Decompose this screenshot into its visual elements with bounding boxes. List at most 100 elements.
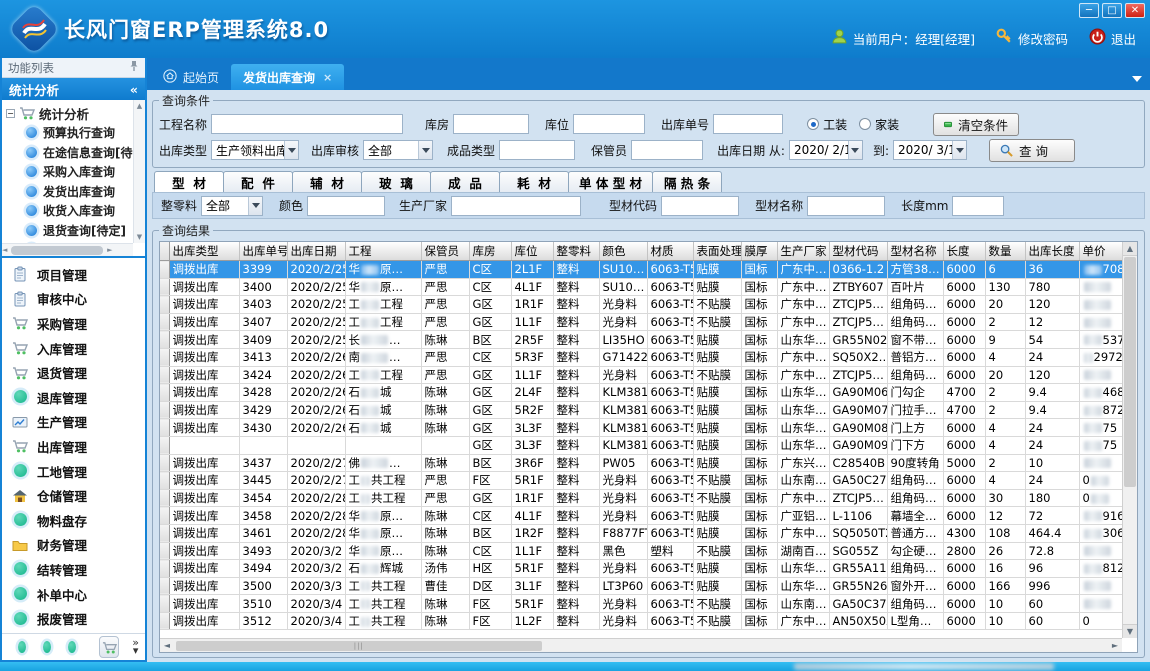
product-type-input[interactable] xyxy=(499,140,575,160)
maximize-button[interactable]: □ xyxy=(1102,3,1122,18)
table-row[interactable]: 调拨出库35122020/3/4工共工程陈琳F区1L2F整料光身料6063-T5… xyxy=(160,612,1122,630)
table-row[interactable]: 调拨出库34932020/3/2华原…陈琳C区1L1F整料黑色塑料不贴膜国标湖南… xyxy=(160,542,1122,560)
table-row[interactable]: 调拨出库34092020/2/25长…陈琳B区2R5F整料LI35HO6063-… xyxy=(160,331,1122,349)
table-row[interactable]: 调拨出库35002020/3/3工共工程曹佳D区3L1F整料LT3P606063… xyxy=(160,577,1122,595)
row-header[interactable] xyxy=(160,454,169,472)
table-row[interactable]: 调拨出库34542020/2/28工共工程严思G区1R1F整料光身料6063-T… xyxy=(160,489,1122,507)
sidebar-item-folder[interactable]: 财务管理 xyxy=(12,533,145,558)
column-header[interactable]: 型材名称 xyxy=(887,242,943,261)
column-header[interactable]: 库位 xyxy=(511,242,553,261)
table-row[interactable]: G区3L3F整料KLM38176063-T5贴膜国标山东华…GA90M09…门下… xyxy=(160,436,1122,454)
footer-dot-icon[interactable] xyxy=(43,641,51,653)
clear-conditions-button[interactable]: 清空条件 xyxy=(933,113,1019,136)
footer-expand-button[interactable]: »▾ xyxy=(132,639,139,655)
date-to-picker[interactable]: 2020/ 3/16 xyxy=(893,140,967,160)
column-header[interactable]: 长度 xyxy=(943,242,985,261)
row-header[interactable] xyxy=(160,296,169,314)
table-vertical-scrollbar[interactable]: ▲▼ xyxy=(1122,242,1137,638)
footer-dot-icon[interactable] xyxy=(68,641,76,653)
material-tab-7[interactable]: 隔 热 条 xyxy=(652,171,722,192)
sidebar-item-dot[interactable]: 结转管理 xyxy=(12,557,145,582)
row-header[interactable] xyxy=(160,524,169,542)
column-header[interactable]: 整零料 xyxy=(553,242,599,261)
sidebar-item-chart[interactable]: 生产管理 xyxy=(12,410,145,435)
row-header[interactable] xyxy=(160,489,169,507)
table-row[interactable]: 调拨出库34032020/2/25工工程严思G区1R1F整料光身料6063-T5… xyxy=(160,296,1122,314)
table-row[interactable]: 调拨出库34452020/2/27工共工程严思F区5R1F整料光身料6063-T… xyxy=(160,472,1122,490)
color-input[interactable] xyxy=(307,196,385,216)
length-input[interactable] xyxy=(952,196,1004,216)
row-header[interactable] xyxy=(160,419,169,437)
column-header[interactable]: 单价 xyxy=(1079,242,1122,261)
tree-item[interactable]: 发货出库查询 xyxy=(6,182,133,202)
tab-close-icon[interactable]: × xyxy=(323,71,332,84)
sidebar-item-clipboard[interactable]: 项目管理 xyxy=(12,262,145,287)
row-header[interactable] xyxy=(160,595,169,613)
tab-list-dropdown-icon[interactable] xyxy=(1132,76,1142,82)
table-row[interactable]: 调拨出库34302020/2/26石城陈琳G区3L3F整料KLM38176063… xyxy=(160,419,1122,437)
sidebar-item-warehouse[interactable]: 仓储管理 xyxy=(12,483,145,508)
tree-root-stats[interactable]: − 统计分析 xyxy=(6,103,133,123)
column-header[interactable]: 材质 xyxy=(647,242,693,261)
footer-cart-button[interactable] xyxy=(99,636,119,658)
radio-gongzhuang[interactable]: 工装 xyxy=(807,116,847,133)
tree-item[interactable]: 采购入库查询 xyxy=(6,162,133,182)
table-horizontal-scrollbar[interactable]: ◄► xyxy=(160,638,1122,652)
sidebar-item-cart[interactable]: 出库管理 xyxy=(12,434,145,459)
whole-part-select[interactable]: 全部 xyxy=(201,196,263,216)
table-row[interactable]: 调拨出库34072020/2/25工工程严思G区1L1F整料光身料6063-T5… xyxy=(160,313,1122,331)
material-tab-5[interactable]: 耗 材 xyxy=(499,171,569,192)
logout-button[interactable]: 退出 xyxy=(1089,28,1136,48)
close-button[interactable]: ✕ xyxy=(1125,3,1145,18)
tree-item[interactable]: 在途信息查询[待 xyxy=(6,143,133,163)
tab-shipment-outbound-query[interactable]: 发货出库查询 × xyxy=(231,64,344,90)
footer-dot-icon[interactable] xyxy=(18,641,26,653)
table-row[interactable]: 调拨出库33992020/2/25华原…严思C区2L1F整料SU10…6063-… xyxy=(160,261,1122,279)
row-header[interactable] xyxy=(160,384,169,402)
keeper-input[interactable] xyxy=(631,140,703,160)
out-type-select[interactable]: 生产领料出库 xyxy=(211,140,299,160)
material-tab-0[interactable]: 型 材 xyxy=(154,171,224,192)
row-header[interactable] xyxy=(160,313,169,331)
column-header[interactable]: 膜厚 xyxy=(741,242,777,261)
row-header[interactable] xyxy=(160,436,169,454)
order-no-input[interactable] xyxy=(713,114,783,134)
row-header[interactable] xyxy=(160,507,169,525)
pin-icon[interactable] xyxy=(129,60,139,75)
table-row[interactable]: 调拨出库34002020/2/25华原…严思C区4L1F整料SU10…6063-… xyxy=(160,278,1122,296)
column-header[interactable]: 型材代码 xyxy=(829,242,887,261)
radio-jiazhuang[interactable]: 家装 xyxy=(859,116,899,133)
column-header[interactable]: 数量 xyxy=(985,242,1025,261)
row-header[interactable] xyxy=(160,401,169,419)
search-button[interactable]: 查 询 xyxy=(989,139,1075,162)
sidebar-item-cart[interactable]: 退货管理 xyxy=(12,360,145,385)
material-tab-4[interactable]: 成 品 xyxy=(430,171,500,192)
material-tab-1[interactable]: 配 件 xyxy=(223,171,293,192)
table-row[interactable]: 调拨出库35102020/3/4工共工程陈琳F区5R1F整料光身料6063-T5… xyxy=(160,595,1122,613)
table-row[interactable]: 调拨出库34372020/2/27佛…陈琳B区3R6F整料PW056063-T5… xyxy=(160,454,1122,472)
row-header[interactable] xyxy=(160,612,169,630)
warehouse-input[interactable] xyxy=(453,114,529,134)
material-tab-6[interactable]: 单 体 型 材 xyxy=(568,171,653,192)
column-header[interactable]: 出库单号 xyxy=(239,242,287,261)
table-row[interactable]: 调拨出库34282020/2/26石城陈琳G区2L4F整料KLM38176063… xyxy=(160,384,1122,402)
project-name-input[interactable] xyxy=(211,114,403,134)
table-row[interactable]: 调拨出库34242020/2/26工工程严思G区1L1F整料光身料6063-T5… xyxy=(160,366,1122,384)
sidebar-item-dot[interactable]: 物料盘存 xyxy=(12,508,145,533)
minimize-button[interactable]: ─ xyxy=(1079,3,1099,18)
column-header[interactable]: 出库类型 xyxy=(169,242,239,261)
material-tab-3[interactable]: 玻 璃 xyxy=(361,171,431,192)
tree-vertical-scrollbar[interactable]: ▲▼ xyxy=(133,100,145,243)
profile-code-input[interactable] xyxy=(661,196,739,216)
row-header[interactable] xyxy=(160,560,169,578)
date-from-picker[interactable]: 2020/ 2/16 xyxy=(789,140,863,160)
profile-name-input[interactable] xyxy=(807,196,885,216)
table-row[interactable]: 调拨出库34582020/2/28华原…陈琳C区4L1F整料光身料6063-T5… xyxy=(160,507,1122,525)
table-row[interactable]: 调拨出库34132020/2/26南…严思C区5R3F整料G714226063-… xyxy=(160,348,1122,366)
material-tab-2[interactable]: 辅 材 xyxy=(292,171,362,192)
tree-item[interactable]: 预算执行查询 xyxy=(6,123,133,143)
column-header[interactable]: 出库长度 xyxy=(1025,242,1079,261)
manufacturer-input[interactable] xyxy=(451,196,581,216)
row-header[interactable] xyxy=(160,366,169,384)
audit-select[interactable]: 全部 xyxy=(363,140,433,160)
